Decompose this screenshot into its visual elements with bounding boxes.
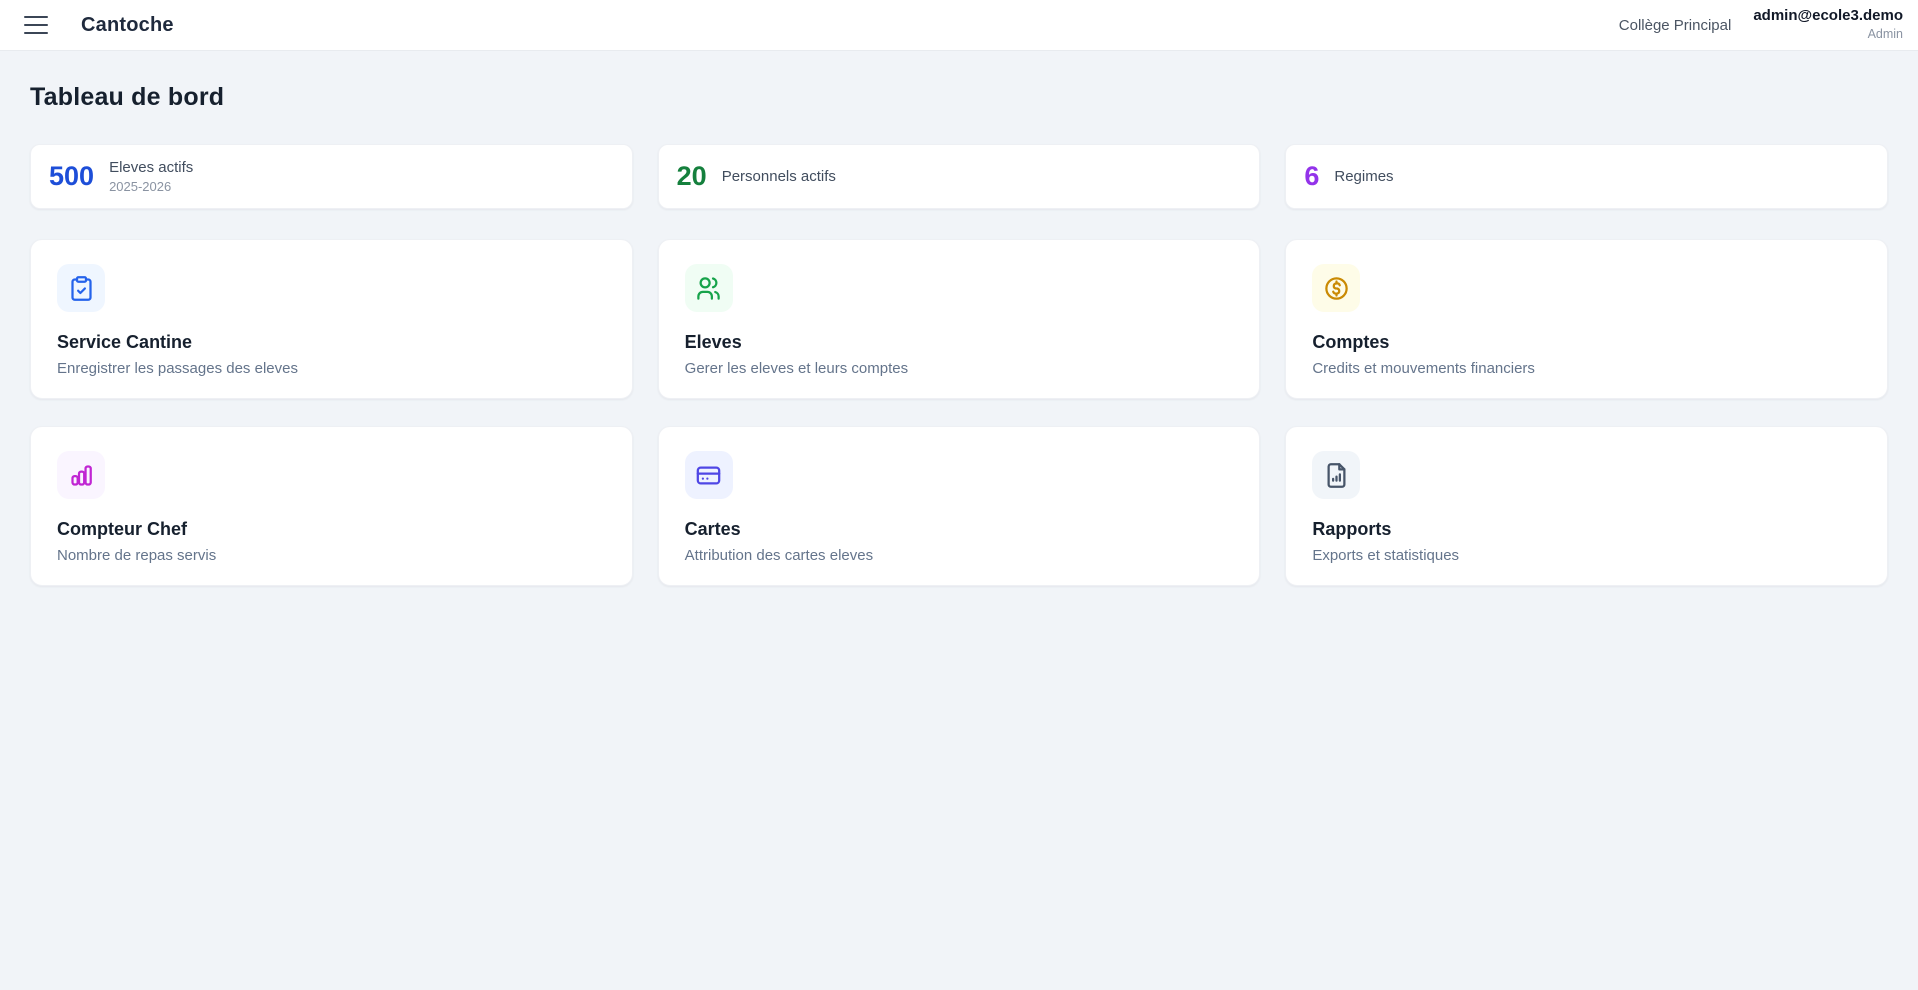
user-email: admin@ecole3.demo <box>1753 7 1903 26</box>
card-compteur-chef[interactable]: Compteur Chef Nombre de repas servis <box>30 426 633 586</box>
app-title: Cantoche <box>81 14 174 37</box>
card-eleves[interactable]: Eleves Gerer les eleves et leurs comptes <box>658 239 1261 399</box>
stat-card-personnels-actifs: 20 Personnels actifs <box>658 144 1261 209</box>
header-right: Collège Principal admin@ecole3.demo Admi… <box>1619 7 1903 42</box>
file-chart-icon <box>1312 451 1360 499</box>
card-subtitle: Credits et mouvements financiers <box>1312 360 1861 377</box>
credit-card-icon <box>685 451 733 499</box>
dashboard-main: Tableau de bord 500 Eleves actifs 2025-2… <box>0 51 1918 586</box>
clipboard-check-icon <box>57 264 105 312</box>
school-name: Collège Principal <box>1619 17 1732 34</box>
stat-value: 500 <box>49 163 94 190</box>
users-icon <box>685 264 733 312</box>
stat-value: 6 <box>1304 163 1319 190</box>
card-subtitle: Attribution des cartes eleves <box>685 547 1234 564</box>
stat-label: Personnels actifs <box>722 168 836 185</box>
card-comptes[interactable]: Comptes Credits et mouvements financiers <box>1285 239 1888 399</box>
nav-cards-grid: Service Cantine Enregistrer les passages… <box>30 239 1888 586</box>
card-title: Rapports <box>1312 519 1861 540</box>
dollar-coin-icon <box>1312 264 1360 312</box>
card-title: Compteur Chef <box>57 519 606 540</box>
hamburger-menu-button[interactable] <box>17 6 55 44</box>
card-title: Service Cantine <box>57 332 606 353</box>
card-subtitle: Gerer les eleves et leurs comptes <box>685 360 1234 377</box>
card-subtitle: Exports et statistiques <box>1312 547 1861 564</box>
stat-card-regimes: 6 Regimes <box>1285 144 1888 209</box>
app-header: Cantoche Collège Principal admin@ecole3.… <box>0 0 1918 51</box>
stat-sublabel: 2025-2026 <box>109 179 193 194</box>
card-subtitle: Nombre de repas servis <box>57 547 606 564</box>
page-title: Tableau de bord <box>30 83 1888 112</box>
user-role: Admin <box>1753 27 1903 43</box>
user-info: admin@ecole3.demo Admin <box>1753 7 1903 42</box>
bar-chart-icon <box>57 451 105 499</box>
stat-label: Eleves actifs <box>109 159 193 176</box>
stats-row: 500 Eleves actifs 2025-2026 20 Personnel… <box>30 144 1888 209</box>
card-title: Cartes <box>685 519 1234 540</box>
stat-value: 20 <box>677 163 707 190</box>
card-service-cantine[interactable]: Service Cantine Enregistrer les passages… <box>30 239 633 399</box>
card-cartes[interactable]: Cartes Attribution des cartes eleves <box>658 426 1261 586</box>
card-rapports[interactable]: Rapports Exports et statistiques <box>1285 426 1888 586</box>
card-subtitle: Enregistrer les passages des eleves <box>57 360 606 377</box>
stat-card-eleves-actifs: 500 Eleves actifs 2025-2026 <box>30 144 633 209</box>
card-title: Comptes <box>1312 332 1861 353</box>
hamburger-icon <box>24 16 48 34</box>
stat-label: Regimes <box>1334 168 1393 185</box>
card-title: Eleves <box>685 332 1234 353</box>
